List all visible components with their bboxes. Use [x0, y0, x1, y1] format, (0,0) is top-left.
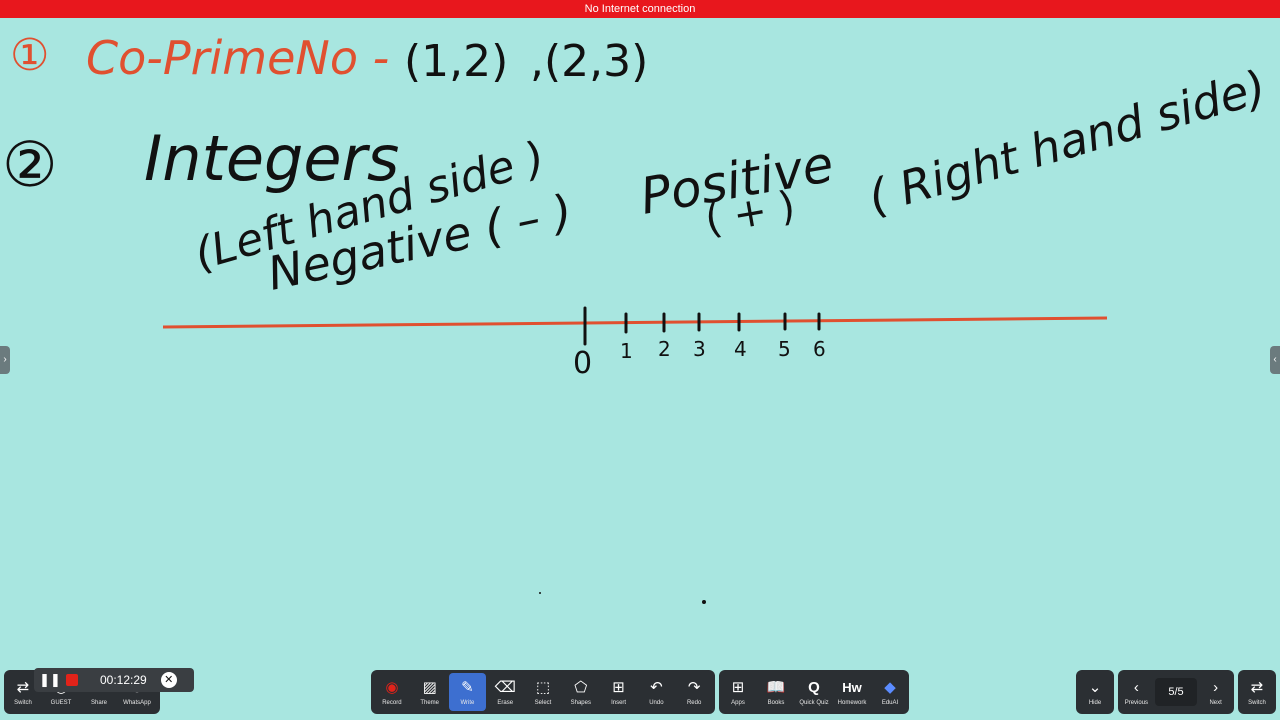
chevron-down-icon: ⌄	[1088, 678, 1102, 696]
previous-label: Previous	[1124, 699, 1149, 706]
quick-quiz-label: Quick Quiz	[799, 699, 829, 706]
shapes-button[interactable]: ⬠ Shapes	[562, 673, 600, 711]
right-panel-toggle[interactable]: ‹	[1270, 346, 1280, 374]
quick-quiz-button[interactable]: Q Quick Quiz	[795, 673, 833, 711]
books-button[interactable]: 📖 Books	[757, 673, 795, 711]
recording-overlay: ❚❚ 00:12:29 ✕	[34, 668, 194, 692]
homework-label: Homework	[837, 699, 867, 706]
tick-label-0: 0	[573, 346, 592, 381]
erase-label: Erase	[497, 699, 514, 706]
page-indicator: 5/5	[1154, 678, 1198, 706]
eduai-icon: ◆	[884, 678, 896, 696]
homework-button[interactable]: Hw Homework	[833, 673, 871, 711]
redo-button[interactable]: ↷ Redo	[675, 673, 713, 711]
main-toolbar: ◉ Record ▨ Theme ✎ Write ⌫ Erase ⬚ Selec…	[371, 670, 715, 714]
tick-label-1: 1	[620, 339, 633, 363]
pause-icon[interactable]: ❚❚	[38, 672, 62, 688]
chevron-right-icon: ›	[1213, 678, 1219, 696]
select-icon: ⬚	[535, 678, 551, 696]
insert-label: Insert	[611, 699, 627, 706]
tick-label-5: 5	[778, 337, 791, 361]
next-label: Next	[1209, 699, 1222, 706]
stop-record-button[interactable]	[66, 674, 78, 686]
switch-icon: ⇄	[1250, 678, 1264, 696]
apps-grid-icon: ⊞	[731, 678, 745, 696]
write-button[interactable]: ✎ Write	[448, 673, 487, 711]
number-line	[162, 316, 1108, 329]
erase-button[interactable]: ⌫ Erase	[486, 673, 524, 711]
stray-dot	[702, 600, 706, 604]
switch-right-button[interactable]: ⇄ Switch	[1238, 673, 1276, 711]
theme-icon: ▨	[422, 678, 437, 696]
bullet-2: ②	[2, 128, 58, 201]
whatsapp-label: WhatsApp	[123, 699, 151, 706]
undo-icon: ↶	[650, 678, 663, 696]
previous-page-button[interactable]: ‹ Previous	[1118, 673, 1155, 711]
books-label: Books	[767, 699, 785, 706]
coprime-title: Co-PrimeNo -	[86, 31, 389, 85]
insert-icon: ⊞	[612, 678, 625, 696]
switch-right-label: Switch	[1248, 699, 1266, 706]
guest-label: GUEST	[50, 699, 72, 706]
undo-label: Undo	[649, 699, 664, 706]
coprime-pair-2: ,(2,3)	[530, 36, 648, 87]
select-label: Select	[534, 699, 552, 706]
eraser-icon: ⌫	[494, 678, 516, 696]
recording-timer: 00:12:29	[100, 673, 147, 687]
apps-label: Apps	[731, 699, 745, 706]
hide-button[interactable]: ⌄ Hide	[1076, 673, 1114, 711]
tick-label-2: 2	[658, 337, 671, 361]
books-icon: 📖	[766, 678, 786, 696]
no-internet-banner: No Internet connection	[0, 0, 1280, 18]
page-nav-toolbar: ‹ Previous 5/5 › Next	[1118, 670, 1234, 714]
coprime-pair-1: (1,2)	[404, 36, 508, 87]
apps-toolbar: ⊞ Apps 📖 Books Q Quick Quiz Hw Homework …	[719, 670, 909, 714]
eduai-button[interactable]: ◆ EduAI	[871, 673, 909, 711]
eduai-label: EduAI	[881, 699, 899, 706]
number-line-labels: 0 1 2 3 4 5 6	[573, 337, 826, 381]
redo-icon: ↷	[687, 678, 701, 696]
next-page-button[interactable]: › Next	[1197, 673, 1234, 711]
switch-toolbar-right: ⇄ Switch	[1238, 670, 1276, 714]
tick-label-6: 6	[813, 337, 826, 361]
undo-button[interactable]: ↶ Undo	[637, 673, 675, 711]
insert-button[interactable]: ⊞ Insert	[600, 673, 638, 711]
switch-label: Switch	[14, 699, 32, 706]
select-button[interactable]: ⬚ Select	[524, 673, 562, 711]
theme-button[interactable]: ▨ Theme	[411, 673, 449, 711]
hide-toolbar: ⌄ Hide	[1076, 670, 1114, 714]
record-button[interactable]: ◉ Record	[373, 673, 411, 711]
quiz-icon: Q	[808, 678, 820, 696]
theme-label: Theme	[420, 699, 440, 706]
whiteboard-canvas[interactable]: ① Co-PrimeNo - (1,2) ,(2,3) ② Integers (…	[0, 18, 1280, 668]
redo-label: Redo	[686, 699, 702, 706]
record-icon: ◉	[385, 678, 399, 696]
chevron-left-icon: ‹	[1133, 678, 1139, 696]
switch-icon: ⇄	[16, 678, 30, 696]
stray-dot	[539, 592, 541, 594]
close-icon[interactable]: ✕	[160, 672, 177, 688]
apps-button[interactable]: ⊞ Apps	[719, 673, 757, 711]
shapes-label: Shapes	[570, 699, 591, 706]
share-label: Share	[90, 699, 107, 706]
pen-icon: ✎	[461, 678, 474, 696]
bullet-1: ①	[10, 30, 49, 81]
left-panel-toggle[interactable]: ›	[0, 346, 10, 374]
write-label: Write	[460, 699, 475, 706]
tick-label-3: 3	[693, 337, 706, 361]
record-label: Record	[382, 699, 402, 706]
right-hand-side-note: ( Right hand side)	[862, 59, 1272, 224]
shapes-icon: ⬠	[574, 678, 588, 696]
hide-label: Hide	[1088, 699, 1102, 706]
homework-icon: Hw	[842, 679, 862, 695]
tick-label-4: 4	[734, 337, 747, 361]
